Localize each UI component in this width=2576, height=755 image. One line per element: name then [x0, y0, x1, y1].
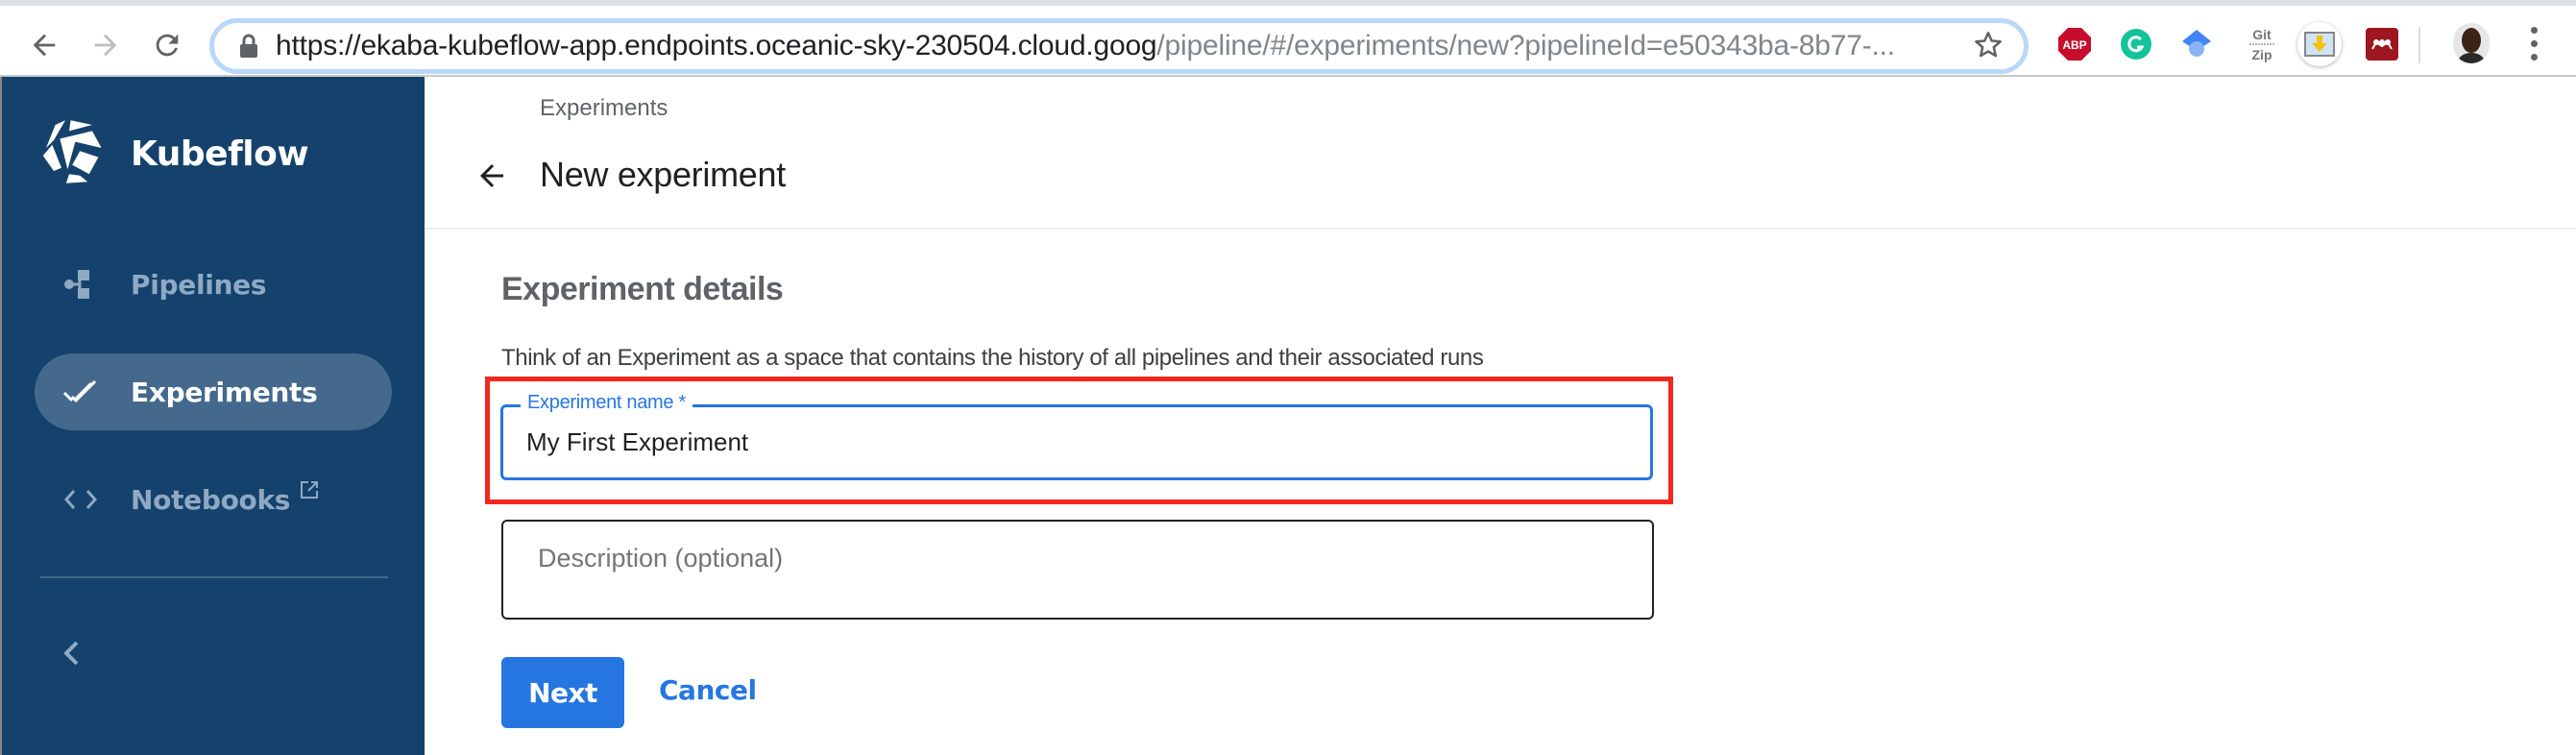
header-divider: [425, 228, 2576, 230]
page-title: New experiment: [540, 155, 786, 194]
double-check-icon: [35, 379, 121, 404]
image-download-icon: [2304, 32, 2335, 57]
external-link-icon: [300, 480, 319, 504]
back-button[interactable]: [474, 158, 509, 198]
section-description: Think of an Experiment as a space that c…: [501, 345, 1484, 371]
arrow-right-icon: [94, 34, 117, 57]
arrow-left-icon: [33, 34, 56, 57]
sidebar-item-notebooks[interactable]: Notebooks: [35, 461, 392, 538]
svg-text:Git: Git: [2252, 27, 2272, 42]
sidebar-divider: [40, 576, 388, 578]
experiment-name-label: Experiment name *: [521, 392, 693, 414]
sidebar-item-label: Pipelines: [131, 268, 267, 301]
profile-avatar[interactable]: [2453, 23, 2490, 63]
bookmark-star-button[interactable]: [1972, 29, 2005, 66]
browser-toolbar: https://ekaba-kubeflow-app.endpoints.oce…: [0, 6, 2576, 77]
gitzip-extension-button[interactable]: Git Zip: [2243, 25, 2281, 63]
adblock-extension-button[interactable]: ABP: [2055, 25, 2094, 63]
svg-text:Zip: Zip: [2252, 47, 2272, 62]
grammarly-extension-button[interactable]: [2117, 25, 2155, 63]
sidebar-item-pipelines[interactable]: Pipelines: [35, 246, 392, 323]
experiment-name-input[interactable]: [526, 423, 1621, 461]
sidebar-item-label: Notebooks: [131, 483, 291, 516]
section-title: Experiment details: [501, 271, 784, 307]
description-field[interactable]: [501, 520, 1654, 620]
cancel-button[interactable]: Cancel: [659, 674, 757, 706]
kubeflow-logo-icon[interactable]: [38, 117, 108, 191]
browser-menu-button[interactable]: [2524, 27, 2543, 63]
pipeline-icon: [35, 269, 121, 300]
description-input[interactable]: [538, 539, 1614, 577]
mendeley-extension-button[interactable]: [2363, 25, 2401, 63]
star-icon: [1975, 31, 2002, 58]
brand-name: Kubeflow: [131, 134, 309, 174]
lock-icon: [240, 34, 257, 58]
kebab-menu-icon: [2530, 27, 2538, 61]
arrow-left-icon: [480, 164, 503, 187]
url-text: https://ekaba-kubeflow-app.endpoints.oce…: [276, 30, 1895, 62]
next-button[interactable]: Next: [501, 657, 624, 728]
svg-text:ABP: ABP: [2062, 38, 2086, 52]
toolbar-divider: [2418, 27, 2420, 63]
sidebar-item-label: Experiments: [131, 376, 318, 408]
chevron-left-icon: [63, 641, 79, 666]
collapse-sidebar-button[interactable]: [52, 634, 90, 672]
adblock-icon: ABP: [2058, 28, 2091, 61]
reload-icon: [156, 34, 179, 57]
code-icon: [35, 488, 121, 511]
address-bar[interactable]: https://ekaba-kubeflow-app.endpoints.oce…: [209, 18, 2029, 74]
gitzip-icon: Git Zip: [2249, 27, 2274, 62]
url-path: /pipeline/#/experiments/new?pipelineId=e…: [1156, 30, 1895, 61]
breadcrumb[interactable]: Experiments: [540, 95, 668, 122]
scholar-extension-button[interactable]: [2177, 25, 2216, 63]
browser-back-button[interactable]: [21, 22, 67, 68]
sidebar: Kubeflow Pipelines Experiments Notebooks: [0, 77, 425, 755]
grammarly-icon: [2121, 29, 2151, 60]
browser-reload-button[interactable]: [144, 22, 190, 68]
experiment-name-field[interactable]: Experiment name *: [500, 392, 1653, 480]
browser-forward-button[interactable]: [83, 22, 129, 68]
avatar-icon: [2457, 28, 2486, 63]
graduation-cap-icon: [2182, 30, 2211, 57]
url-host: https://ekaba-kubeflow-app.endpoints.oce…: [276, 30, 1157, 61]
sidebar-item-experiments[interactable]: Experiments: [35, 353, 392, 430]
mendeley-icon: [2366, 28, 2398, 61]
image-downloader-extension-button[interactable]: [2297, 22, 2342, 66]
